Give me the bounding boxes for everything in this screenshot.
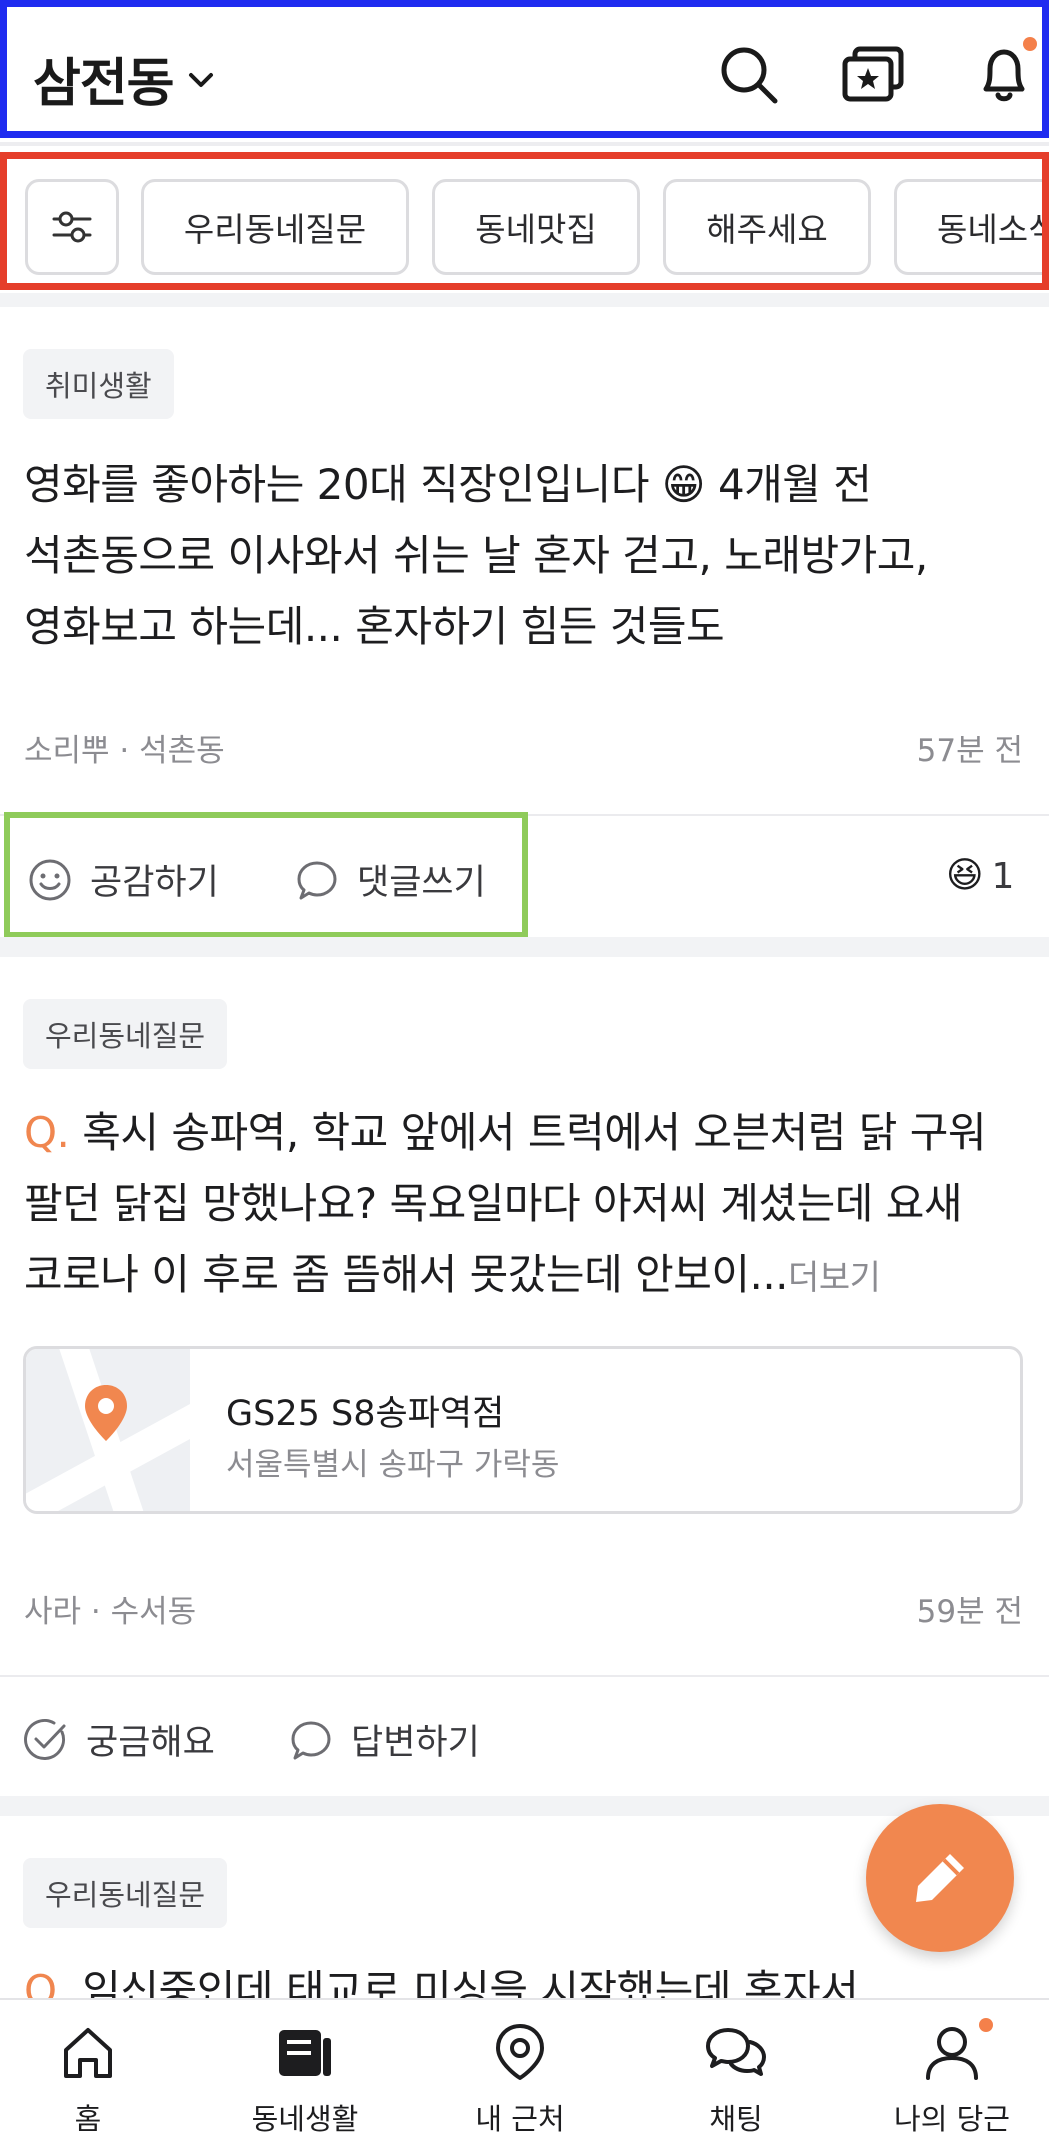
- chip-local-restaurants[interactable]: 동네맛집: [432, 179, 640, 275]
- map-pin-icon: [26, 1349, 190, 1511]
- nav-nearby[interactable]: 내 근처: [430, 2022, 610, 2138]
- post-author-location: 사라 · 수서동: [24, 1594, 197, 1630]
- post-body[interactable]: 영화를 좋아하는 20대 직장인입니다 😁 4개월 전 석촌동으로 이사와서 쉬…: [24, 449, 1024, 662]
- nav-community-label: 동네생활: [251, 2102, 359, 2136]
- reaction-count: 1: [991, 855, 1015, 897]
- post-topic-tag: 우리동네질문: [23, 999, 228, 1069]
- section-gap: [0, 937, 1049, 957]
- laughing-emoji-icon: 😆: [946, 855, 984, 896]
- community-icon: [279, 2030, 331, 2076]
- post-author-location: 소리뿌 · 석촌동: [24, 733, 225, 769]
- section-gap: [0, 1796, 1049, 1816]
- chip-local-news[interactable]: 동네소식: [894, 179, 1042, 275]
- see-more-link[interactable]: 더보기: [788, 1258, 881, 1298]
- comment-button[interactable]: 댓글쓰기: [295, 854, 486, 905]
- map-thumbnail: [26, 1349, 190, 1511]
- header-divider: [0, 142, 1049, 146]
- nav-home-label: 홈: [74, 2102, 102, 2136]
- post-body-line: 코로나 이 후로 좀 뜸해서 못갔는데 안보이...더보기: [24, 1239, 1024, 1314]
- post-body-line: 영화를 좋아하는 20대 직장인입니다 😁 4개월 전: [24, 460, 872, 509]
- post-body-line: 영화보고 하는데... 혼자하기 힘든 것들도: [24, 602, 725, 651]
- pencil-icon: [916, 1854, 964, 1902]
- nav-home[interactable]: 홈: [0, 2022, 178, 2138]
- nav-my-page[interactable]: 나의 당근: [862, 2022, 1042, 2138]
- filter-settings-button[interactable]: [25, 179, 119, 275]
- empathize-button[interactable]: 공감하기: [28, 854, 219, 905]
- chat-icon: [706, 2028, 766, 2076]
- sliders-icon: [52, 211, 92, 243]
- post-body-text: 혹시 송파역, 학교 앞에서 트럭에서 오븐처럼 닭 구워: [69, 1108, 987, 1157]
- place-address: 서울특별시 송파구 가락동: [226, 1447, 560, 1483]
- bottom-navigation: 홈 동네생활 내 근처 채팅 나의 당근: [0, 1998, 1049, 2150]
- star-cards-icon[interactable]: [839, 43, 907, 107]
- profile-icon: [926, 2027, 978, 2080]
- comment-label: 댓글쓰기: [357, 863, 486, 903]
- nav-nearby-label: 내 근처: [475, 2102, 565, 2136]
- nav-chat-label: 채팅: [709, 2102, 763, 2136]
- location-label: 삼전동: [33, 54, 175, 114]
- place-card[interactable]: GS25 S8송파역점 서울특별시 송파구 가락동: [23, 1346, 1023, 1514]
- notification-dot: [979, 2018, 993, 2032]
- empathize-label: 공감하기: [90, 863, 219, 903]
- place-name: GS25 S8송파역점: [226, 1394, 505, 1434]
- post-time: 57분 전: [916, 733, 1023, 769]
- answer-button[interactable]: 답변하기: [289, 1714, 480, 1765]
- bell-icon[interactable]: [972, 43, 1036, 107]
- nav-chat[interactable]: 채팅: [646, 2022, 826, 2138]
- home-icon: [64, 2028, 112, 2078]
- section-gap: [0, 293, 1049, 307]
- search-icon[interactable]: [717, 43, 781, 107]
- nav-my-page-label: 나의 당근: [894, 2102, 1010, 2136]
- reaction-summary[interactable]: 😆 1: [946, 854, 1014, 898]
- post-topic-tag: 취미생활: [23, 349, 174, 419]
- smile-icon: [29, 859, 71, 900]
- notification-dot: [1023, 37, 1037, 51]
- location-pin-icon: [496, 2024, 544, 2080]
- top-app-bar: 삼전동: [0, 0, 1049, 138]
- nav-community[interactable]: 동네생활: [215, 2022, 395, 2138]
- curious-button[interactable]: 궁금해요: [24, 1714, 215, 1765]
- post-body-line: 팔던 닭집 망했나요? 목요일마다 아저씨 계셨는데 요새: [24, 1179, 962, 1228]
- location-selector[interactable]: 삼전동: [33, 41, 214, 116]
- speech-bubble-icon: [291, 1721, 331, 1759]
- check-circle-icon: [24, 1718, 66, 1760]
- post-actions: 공감하기 댓글쓰기: [4, 812, 528, 938]
- answer-label: 답변하기: [351, 1723, 480, 1763]
- speech-bubble-icon: [297, 861, 337, 899]
- post-body-line: 석촌동으로 이사와서 쉬는 날 혼자 걷고, 노래방가고,: [24, 531, 928, 580]
- post-topic-tag: 우리동네질문: [23, 1858, 228, 1928]
- question-mark: Q.: [24, 1108, 70, 1157]
- post-body-text: 코로나 이 후로 좀 뜸해서 못갔는데 안보이...: [24, 1250, 789, 1299]
- divider: [0, 1675, 1049, 1677]
- chevron-down-icon: [188, 72, 213, 87]
- curious-label: 궁금해요: [86, 1723, 215, 1763]
- category-filter-bar: 우리동네질문 동네맛집 해주세요 동네소식: [0, 152, 1049, 290]
- post-body[interactable]: Q. 혹시 송파역, 학교 앞에서 트럭에서 오븐처럼 닭 구워 팔던 닭집 망…: [24, 1097, 1024, 1314]
- chip-neighborhood-questions[interactable]: 우리동네질문: [141, 179, 409, 275]
- chip-requests[interactable]: 해주세요: [663, 179, 871, 275]
- post-time: 59분 전: [916, 1594, 1023, 1630]
- write-post-button[interactable]: [866, 1804, 1014, 1952]
- post-body-line: Q. 혹시 송파역, 학교 앞에서 트럭에서 오븐처럼 닭 구워: [24, 1097, 1024, 1168]
